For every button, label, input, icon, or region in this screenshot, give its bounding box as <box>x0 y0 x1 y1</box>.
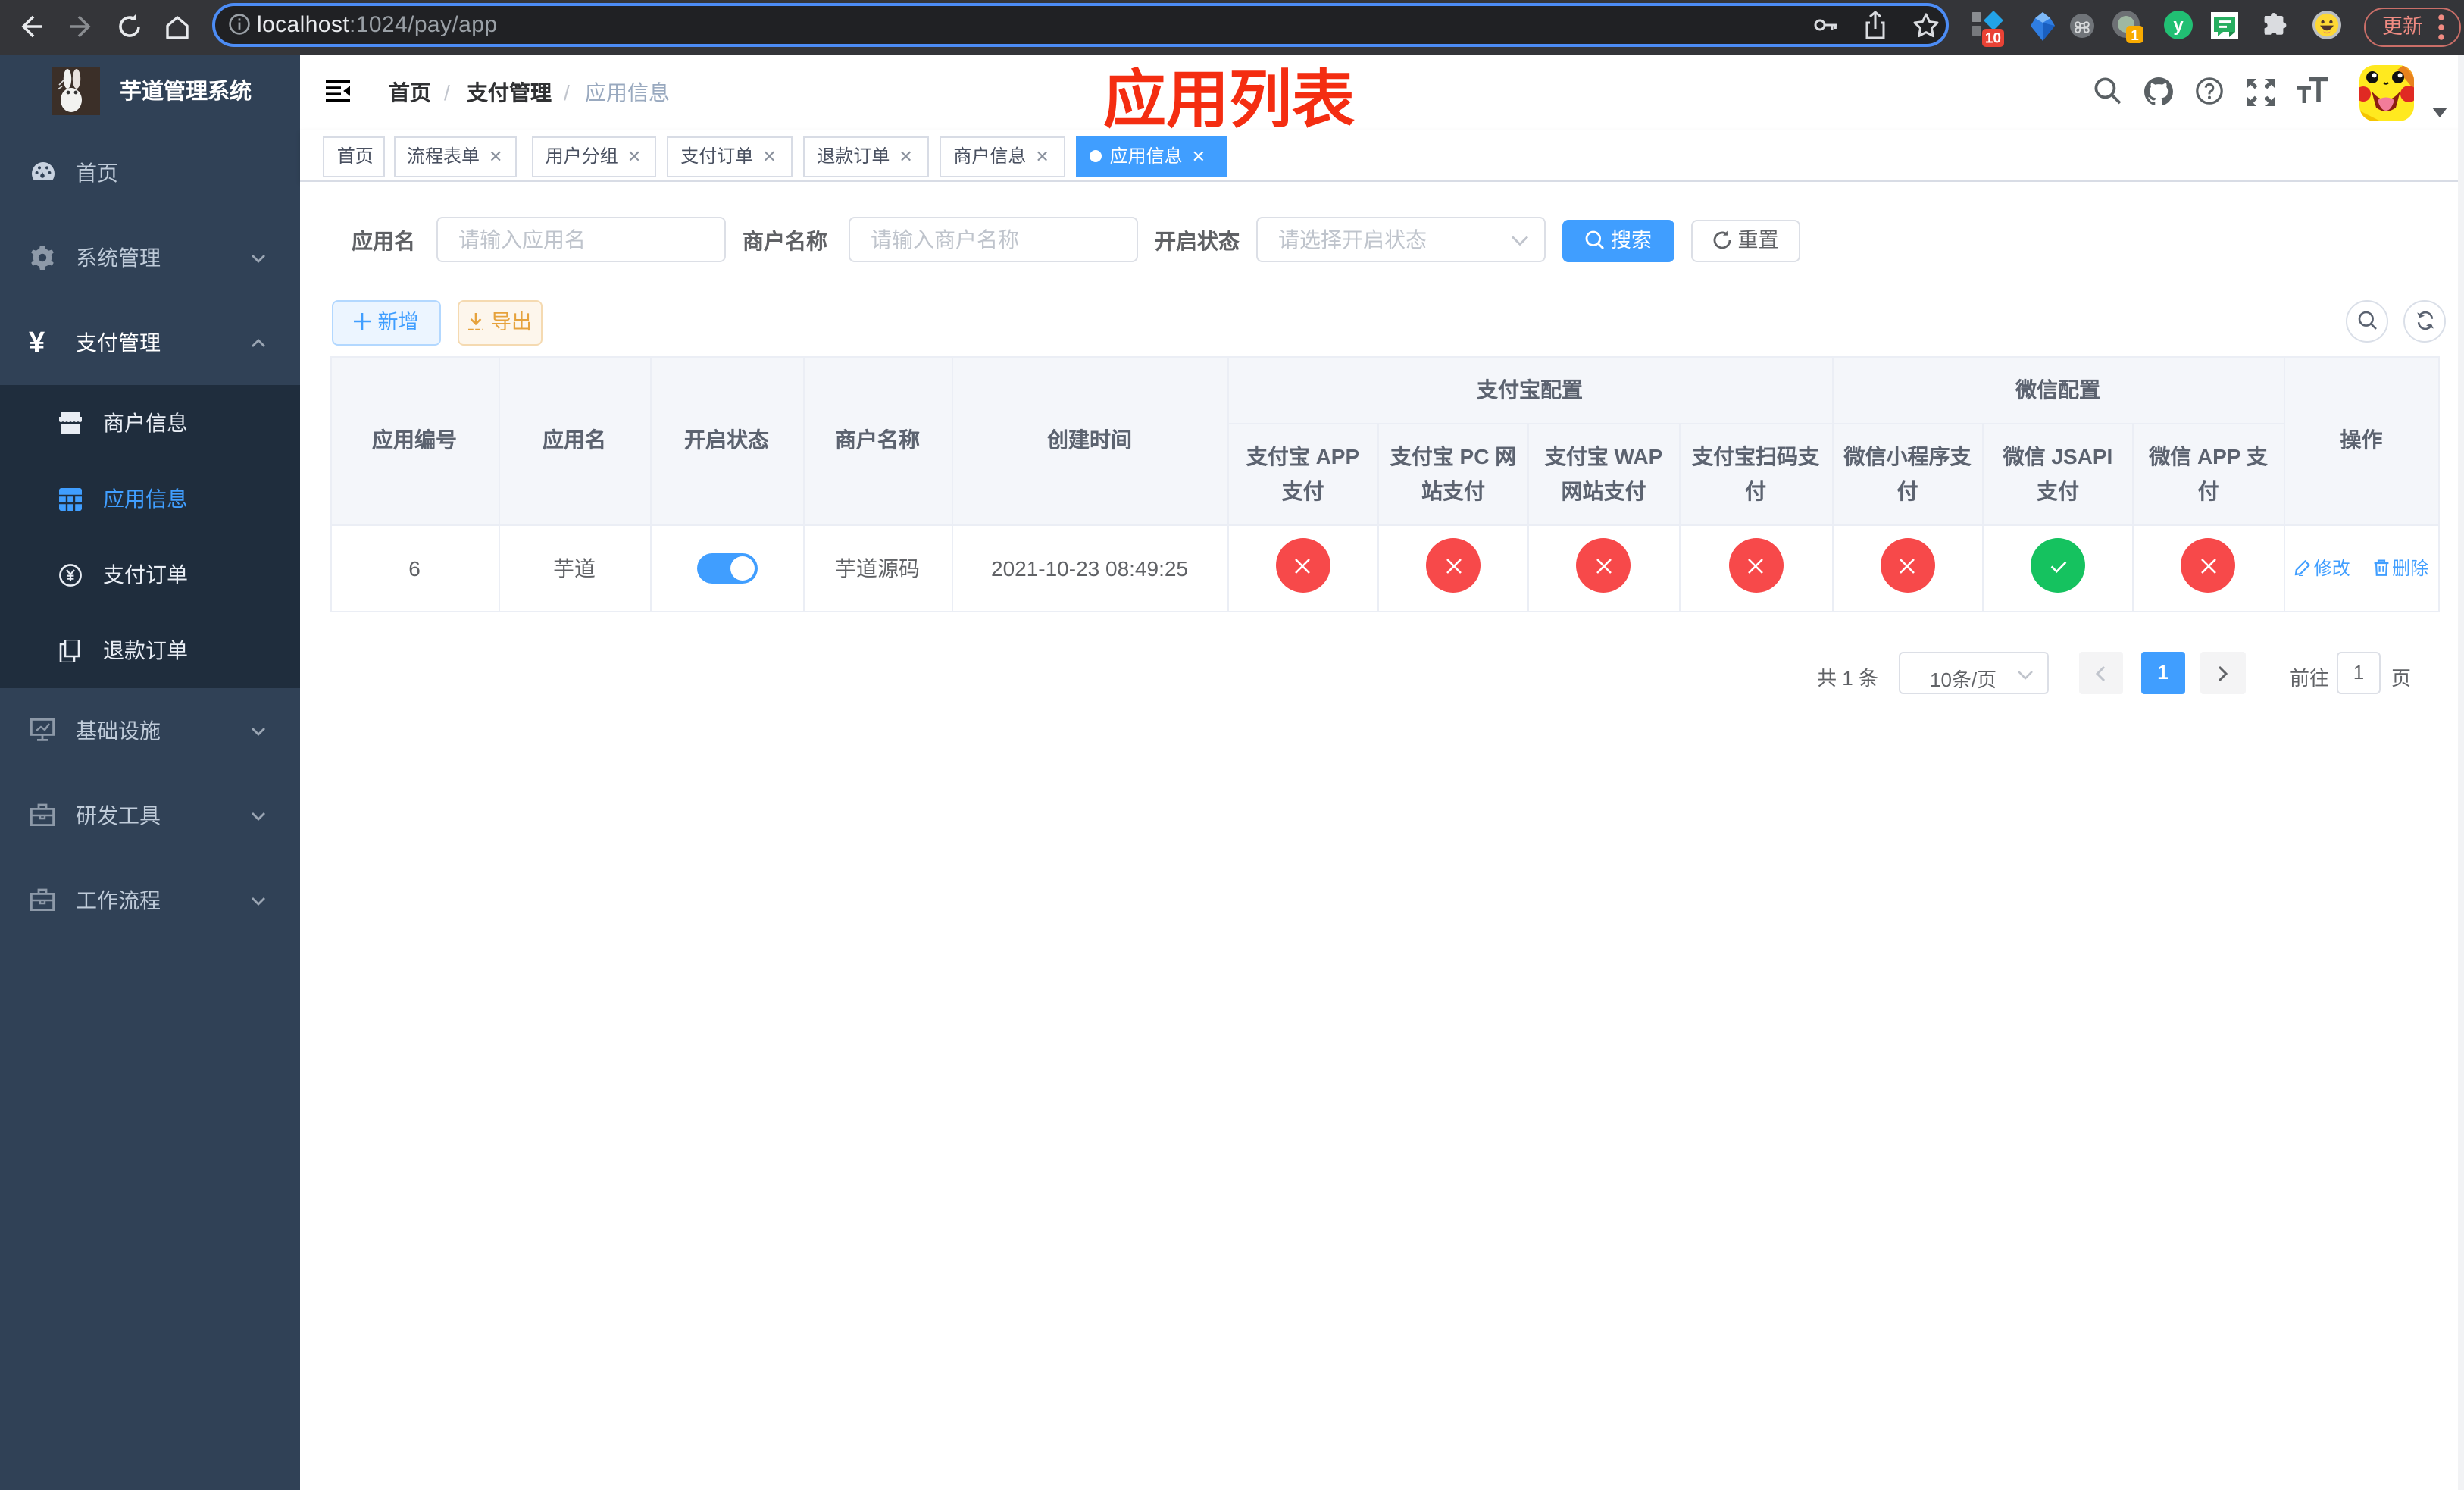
svg-text:1: 1 <box>2131 28 2139 44</box>
svg-text:y: y <box>2173 15 2184 36</box>
svg-text:10: 10 <box>1985 31 2001 47</box>
